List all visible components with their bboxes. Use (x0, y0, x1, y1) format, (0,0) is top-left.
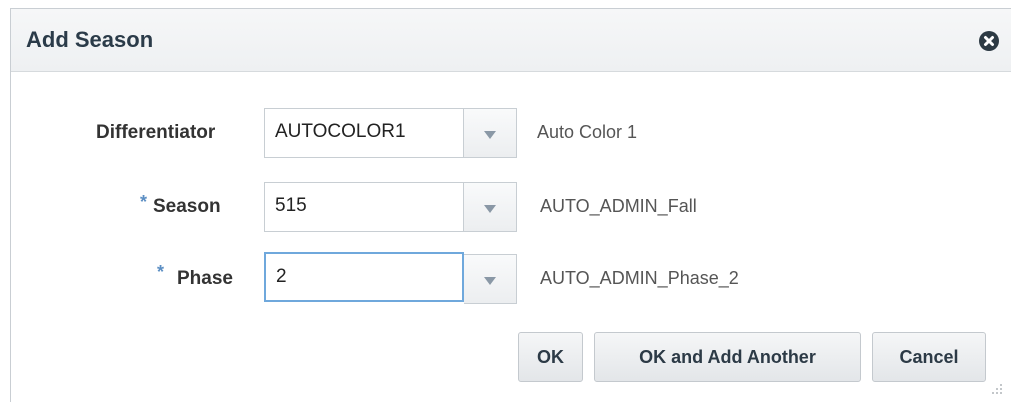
ok-button[interactable]: OK (518, 332, 583, 382)
close-icon[interactable] (979, 31, 999, 51)
season-dropdown-button[interactable] (464, 182, 517, 232)
chevron-down-icon (484, 205, 496, 213)
phase-description: AUTO_ADMIN_Phase_2 (540, 268, 739, 288)
phase-field[interactable] (264, 252, 464, 302)
differentiator-description: Auto Color 1 (537, 122, 638, 142)
cancel-button[interactable]: Cancel (872, 332, 986, 382)
dialog-title: Add Season (26, 27, 154, 52)
season-field[interactable] (264, 182, 464, 232)
chevron-down-icon (484, 131, 496, 139)
phase-label: Phase (177, 268, 233, 289)
season-input[interactable] (275, 195, 455, 217)
differentiator-field[interactable] (264, 108, 464, 158)
ok-and-add-another-button[interactable]: OK and Add Another (594, 332, 861, 382)
season-required-marker: * (140, 192, 148, 212)
season-label: Season (153, 196, 221, 217)
differentiator-dropdown-button[interactable] (464, 108, 517, 158)
dialog-header: Add Season (11, 9, 1011, 72)
chevron-down-icon (484, 277, 496, 285)
phase-dropdown-button[interactable] (464, 254, 517, 304)
phase-input[interactable] (276, 266, 456, 288)
season-description: AUTO_ADMIN_Fall (540, 196, 697, 216)
differentiator-label: Differentiator (96, 122, 216, 143)
resize-grip-icon[interactable] (990, 382, 1004, 396)
phase-required-marker: * (157, 262, 165, 282)
differentiator-input[interactable] (275, 121, 455, 143)
